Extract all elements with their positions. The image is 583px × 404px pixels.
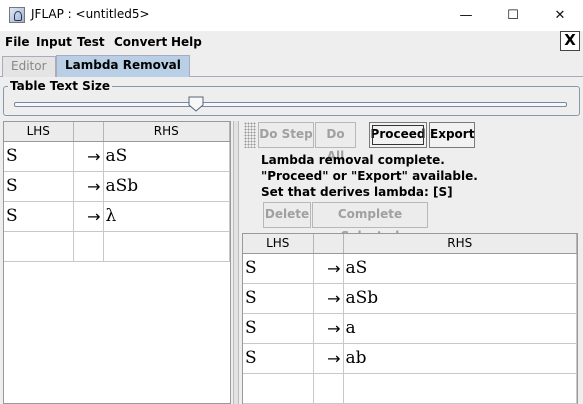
arrow-cell: → bbox=[313, 283, 344, 314]
lhs-header[interactable]: LHS bbox=[4, 122, 74, 142]
tab-lambda-removal[interactable]: Lambda Removal bbox=[56, 55, 190, 77]
original-grammar-table[interactable]: LHS RHS S → aS S → aSb S → λ bbox=[3, 121, 231, 404]
table-row[interactable]: S → aS bbox=[243, 253, 577, 284]
text-size-slider-thumb[interactable] bbox=[188, 96, 204, 112]
split-pane-divider[interactable] bbox=[233, 121, 239, 404]
menu-convert[interactable]: Convert bbox=[114, 35, 167, 49]
lambda-free-grammar-table[interactable]: LHS RHS S → aS S → aSb S → a S → ab bbox=[242, 233, 578, 404]
menu-input[interactable]: Input bbox=[36, 35, 72, 49]
table-text-size-label: Table Text Size bbox=[8, 79, 113, 93]
rhs-cell[interactable]: aSb bbox=[103, 171, 230, 202]
table-row[interactable] bbox=[4, 231, 230, 262]
lhs-cell[interactable]: S bbox=[243, 283, 314, 314]
text-size-slider-track[interactable] bbox=[14, 102, 567, 107]
lhs-cell[interactable]: S bbox=[243, 313, 314, 344]
rhs-header[interactable]: RHS bbox=[103, 122, 230, 142]
lhs-cell[interactable]: S bbox=[4, 201, 74, 232]
close-tab-button[interactable]: X bbox=[560, 31, 580, 51]
lhs-cell[interactable] bbox=[4, 231, 74, 262]
table-row[interactable] bbox=[243, 373, 577, 404]
rhs-cell[interactable]: λ bbox=[103, 201, 230, 232]
rhs-cell[interactable]: a bbox=[343, 313, 577, 344]
table-row[interactable]: S → aSb bbox=[243, 283, 577, 314]
lhs-cell[interactable]: S bbox=[243, 343, 314, 374]
arrow-cell: → bbox=[73, 141, 104, 172]
rhs-header[interactable]: RHS bbox=[343, 234, 577, 254]
do-step-button[interactable]: Do Step bbox=[258, 122, 314, 148]
tab-strip: Editor Lambda Removal bbox=[0, 54, 583, 77]
status-line-available: "Proceed" or "Export" available. bbox=[261, 169, 478, 183]
menu-bar: File Input Test Convert Help bbox=[0, 31, 583, 53]
lhs-cell[interactable] bbox=[243, 373, 314, 404]
arrow-cell: → bbox=[313, 313, 344, 344]
arrow-cell: → bbox=[73, 201, 104, 232]
lhs-cell[interactable]: S bbox=[4, 171, 74, 202]
toolbar-grip-handle[interactable] bbox=[244, 122, 256, 148]
proceed-button[interactable]: Proceed bbox=[369, 122, 427, 148]
menu-file[interactable]: File bbox=[5, 35, 30, 49]
menu-help[interactable]: Help bbox=[171, 35, 202, 49]
rhs-cell[interactable] bbox=[343, 373, 577, 404]
arrow-cell: → bbox=[313, 253, 344, 284]
arrow-header[interactable] bbox=[73, 122, 104, 142]
arrow-header[interactable] bbox=[313, 234, 344, 254]
status-line-lambda-set: Set that derives lambda: [S] bbox=[261, 185, 453, 199]
table-row[interactable]: S → aS bbox=[4, 141, 230, 172]
table-row[interactable]: S → a bbox=[243, 313, 577, 344]
rhs-cell[interactable]: aS bbox=[343, 253, 577, 284]
export-button[interactable]: Export bbox=[429, 122, 475, 148]
title-bar: JFLAP : <untitled5> — ☐ ✕ bbox=[0, 0, 583, 31]
rhs-cell[interactable]: ab bbox=[343, 343, 577, 374]
lhs-cell[interactable]: S bbox=[243, 253, 314, 284]
rhs-cell[interactable] bbox=[103, 231, 230, 262]
rhs-cell[interactable]: aS bbox=[103, 141, 230, 172]
table-row[interactable]: S → aSb bbox=[4, 171, 230, 202]
jflap-app-icon bbox=[9, 7, 25, 23]
arrow-cell: → bbox=[313, 343, 344, 374]
status-line-complete: Lambda removal complete. bbox=[261, 153, 445, 167]
arrow-cell bbox=[73, 231, 104, 262]
table-row[interactable]: S → λ bbox=[4, 201, 230, 232]
lhs-cell[interactable]: S bbox=[4, 141, 74, 172]
close-window-button[interactable]: ✕ bbox=[537, 0, 583, 31]
table-text-size-group: Table Text Size bbox=[3, 79, 580, 116]
table-row[interactable]: S → ab bbox=[243, 343, 577, 374]
window-title: JFLAP : <untitled5> bbox=[31, 7, 150, 21]
arrow-cell: → bbox=[73, 171, 104, 202]
arrow-cell bbox=[313, 373, 344, 404]
rhs-cell[interactable]: aSb bbox=[343, 283, 577, 314]
minimize-button[interactable]: — bbox=[443, 0, 489, 31]
complete-selected-button[interactable]: Complete Selected bbox=[312, 202, 428, 243]
lhs-header[interactable]: LHS bbox=[243, 234, 314, 254]
delete-button[interactable]: Delete bbox=[263, 202, 311, 228]
menu-test[interactable]: Test bbox=[77, 35, 105, 49]
tab-editor[interactable]: Editor bbox=[2, 56, 56, 77]
do-all-button[interactable]: Do All bbox=[315, 122, 356, 163]
maximize-button[interactable]: ☐ bbox=[490, 0, 536, 31]
